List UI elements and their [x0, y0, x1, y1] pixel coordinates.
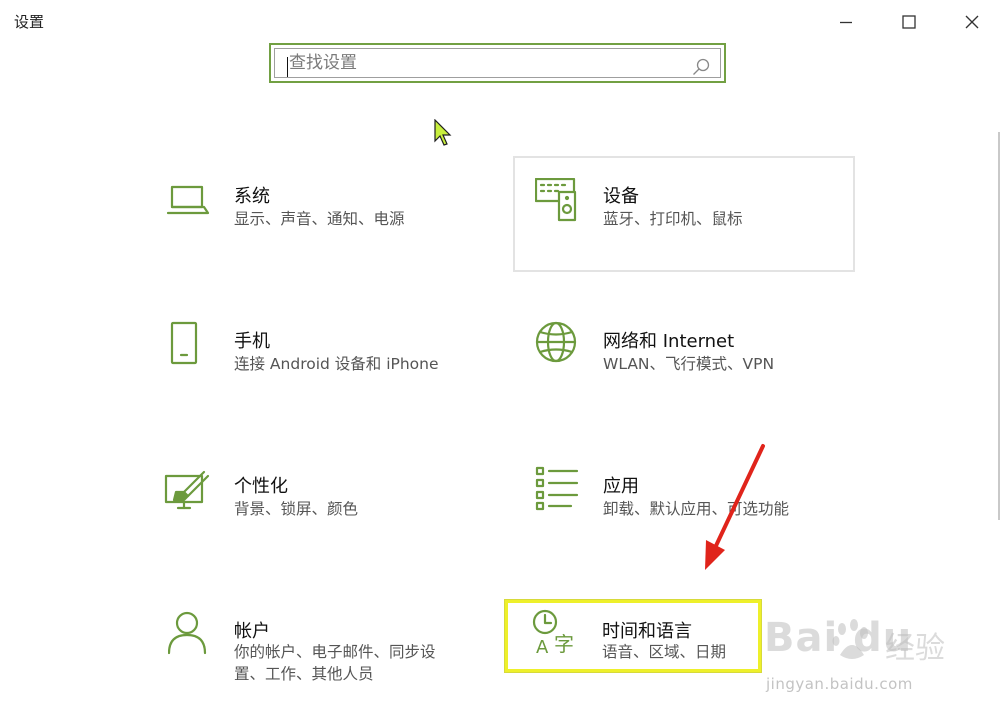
category-network[interactable]: 网络和 Internet WLAN、飞行模式、VPN — [513, 305, 855, 421]
category-desc: WLAN、飞行模式、VPN — [603, 355, 775, 373]
category-title: 个性化 — [234, 476, 288, 497]
mouse-cursor-icon — [434, 119, 452, 146]
category-title: 系统 — [234, 186, 270, 207]
clock-language-icon: A 字 — [532, 609, 576, 658]
globe-icon — [535, 321, 579, 365]
category-personalization[interactable]: 个性化 背景、锁屏、颜色 — [160, 450, 502, 566]
category-system[interactable]: 系统 显示、声音、通知、电源 — [160, 160, 502, 276]
search-icon[interactable] — [692, 58, 710, 76]
category-apps[interactable]: 应用 卸载、默认应用、可选功能 — [513, 450, 855, 566]
category-title: 网络和 Internet — [603, 331, 735, 352]
category-accounts[interactable]: 帐户 你的帐户、电子邮件、同步设 置、工作、其他人员 — [160, 595, 502, 705]
baidu-watermark: Bai du 经验 jingyan.baidu.com — [760, 607, 1000, 723]
category-desc: 蓝牙、打印机、鼠标 — [603, 210, 743, 228]
close-icon — [965, 15, 979, 29]
category-title: 时间和语言 — [602, 621, 692, 642]
maximize-icon — [902, 15, 916, 29]
minimize-button[interactable] — [826, 6, 866, 38]
category-devices[interactable]: 设备 蓝牙、打印机、鼠标 — [513, 156, 855, 272]
app-list-icon — [535, 466, 579, 511]
person-icon — [167, 611, 212, 655]
search-box[interactable] — [269, 43, 726, 83]
svg-text:A: A — [536, 637, 549, 657]
red-arrow-icon — [705, 444, 765, 570]
watermark-url: jingyan.baidu.com — [766, 675, 913, 693]
window-title: 设置 — [14, 13, 45, 31]
maximize-button[interactable] — [889, 6, 929, 38]
category-desc: 背景、锁屏、颜色 — [234, 500, 359, 518]
category-title: 应用 — [603, 476, 639, 497]
paint-screen-icon — [164, 470, 210, 514]
category-desc: 语音、区域、日期 — [602, 643, 727, 661]
category-desc: 连接 Android 设备和 iPhone — [234, 355, 439, 373]
laptop-icon — [166, 182, 210, 226]
category-time-language[interactable]: A 字 时间和语言 语音、区域、日期 — [505, 600, 761, 672]
category-phone[interactable]: 手机 连接 Android 设备和 iPhone — [160, 305, 502, 421]
category-title: 手机 — [234, 331, 270, 352]
category-title: 帐户 — [234, 621, 270, 642]
category-desc: 显示、声音、通知、电源 — [234, 210, 405, 228]
watermark-text: 经验 — [885, 631, 945, 666]
title-bar: 设置 — [0, 0, 1000, 44]
category-title: 设备 — [603, 186, 639, 207]
text-caret — [287, 57, 288, 77]
paw-icon — [832, 619, 868, 659]
phone-icon — [170, 321, 214, 365]
category-desc: 你的帐户、电子邮件、同步设 — [234, 643, 436, 661]
svg-text:字: 字 — [554, 632, 574, 656]
search-input[interactable] — [289, 49, 679, 77]
category-desc: 置、工作、其他人员 — [234, 665, 374, 683]
close-button[interactable] — [952, 6, 992, 38]
minimize-icon — [840, 21, 852, 24]
keyboard-speaker-icon — [534, 177, 579, 222]
